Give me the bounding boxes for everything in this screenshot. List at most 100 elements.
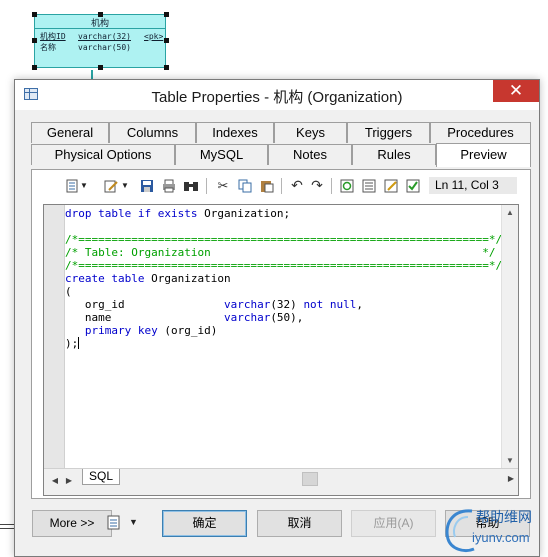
sql-code[interactable]: drop table if exists Organization; /*====… <box>65 207 503 453</box>
diagram-entity-organization[interactable]: 机构 机构ID varchar(32) <pk> 名称 varchar(50) <box>34 14 166 68</box>
options-icon[interactable] <box>107 515 121 531</box>
selection-handle[interactable] <box>164 38 169 43</box>
more-button[interactable]: More >> <box>32 510 112 537</box>
copy-icon[interactable] <box>236 177 254 194</box>
cursor-position: Ln 11, Col 3 <box>429 177 517 194</box>
selection-handle[interactable] <box>32 65 37 70</box>
options-dropdown-icon[interactable]: ▼ <box>129 517 138 527</box>
scroll-thumb[interactable] <box>302 472 318 486</box>
tab-procedures[interactable]: Procedures <box>430 122 531 143</box>
toolbar-separator <box>206 178 207 194</box>
editor-bottom-bar: ◀ ▶ SQL ▶ <box>44 468 518 495</box>
cut-icon[interactable]: ✂ <box>214 177 232 194</box>
tab-triggers[interactable]: Triggers <box>347 122 430 143</box>
column-name: 机构ID <box>40 32 66 41</box>
code-token: primary key <box>84 324 165 337</box>
code-token: ); <box>65 337 79 350</box>
tab-general[interactable]: General <box>31 122 109 143</box>
column-key: <pk> <box>144 32 164 41</box>
tab-notes[interactable]: Notes <box>268 144 352 165</box>
vertical-scrollbar[interactable]: ▲ ▼ <box>501 205 518 469</box>
toolbar-separator <box>331 178 332 194</box>
code-line: drop table if exists Organization; <box>65 207 503 220</box>
horizontal-scrollbar[interactable]: ▶ <box>124 471 518 487</box>
table-properties-dialog: Table Properties - 机构 (Organization) ✕ G… <box>14 79 540 557</box>
watermark-logo: 帮助维网 iyunv.com <box>442 505 548 557</box>
editor-gutter <box>44 205 65 469</box>
cancel-button[interactable]: 取消 <box>257 510 342 537</box>
print-icon[interactable] <box>160 177 178 194</box>
edit-script-icon[interactable] <box>382 177 400 194</box>
check-icon[interactable] <box>404 177 422 194</box>
code-line: primary key (org_id) <box>65 324 503 337</box>
selection-handle[interactable] <box>164 12 169 17</box>
code-token: Organization; <box>204 207 291 220</box>
selection-handle[interactable] <box>32 38 37 43</box>
code-token: create table <box>65 272 152 285</box>
selection-handle[interactable] <box>164 65 169 70</box>
code-token: name <box>65 311 224 324</box>
apply-button[interactable]: 应用(A) <box>351 510 436 537</box>
tab-physical-options[interactable]: Physical Options <box>31 144 175 165</box>
tab-scroll-left-icon[interactable]: ◀ <box>48 474 62 488</box>
code-line: name varchar(50), <box>65 311 503 324</box>
dialog-title: Table Properties - 机构 (Organization) <box>151 89 403 106</box>
ok-button[interactable]: 确定 <box>162 510 247 537</box>
tab-keys[interactable]: Keys <box>274 122 347 143</box>
code-line: create table Organization <box>65 272 503 285</box>
undo-icon[interactable]: ↶ <box>288 177 306 194</box>
code-line: org_id varchar(32) not null, <box>65 298 503 311</box>
entity-column-row: 名称 varchar(50) <box>40 42 144 53</box>
tab-columns[interactable]: Columns <box>109 122 196 143</box>
tab-preview[interactable]: Preview <box>436 143 531 167</box>
paste-icon[interactable] <box>258 177 276 194</box>
scroll-up-icon[interactable]: ▲ <box>502 205 518 221</box>
refresh-icon[interactable] <box>338 177 356 194</box>
title-bar[interactable]: Table Properties - 机构 (Organization) ✕ <box>15 80 539 110</box>
code-token: varchar <box>223 311 271 324</box>
entity-column-row: 机构ID varchar(32) <pk> <box>40 31 163 42</box>
save-icon[interactable] <box>138 177 156 194</box>
close-button[interactable]: ✕ <box>493 80 539 102</box>
diagram-line <box>0 524 14 525</box>
code-line: ( <box>65 285 503 298</box>
edit-icon[interactable] <box>102 177 120 194</box>
tab-indexes[interactable]: Indexes <box>196 122 274 143</box>
watermark-title: 帮助维网 <box>476 509 532 525</box>
code-token: (50), <box>270 311 304 324</box>
diagram-line <box>0 528 14 529</box>
code-token: /* Table: Organization */ <box>65 246 496 259</box>
code-token: , <box>356 298 364 311</box>
column-type: varchar(50) <box>78 43 131 52</box>
tab-mysql[interactable]: MySQL <box>175 144 268 165</box>
preview-panel: ▼ ▼ ✂ ↶ ↷ Ln 11, Col 3 drop table if exi… <box>31 169 531 499</box>
code-token: (org_id) <box>164 324 218 337</box>
code-token: org_id <box>65 298 224 311</box>
entity-divider <box>35 28 165 29</box>
toolbar-separator <box>281 178 282 194</box>
code-line: /* Table: Organization */ <box>65 246 503 259</box>
tab-rules[interactable]: Rules <box>352 144 436 165</box>
list-icon[interactable] <box>360 177 378 194</box>
selection-handle[interactable] <box>98 65 103 70</box>
preview-toolbar: ▼ ▼ ✂ ↶ ↷ Ln 11, Col 3 <box>32 170 530 200</box>
code-token: varchar <box>223 298 271 311</box>
sql-sheet-tab[interactable]: SQL <box>82 469 120 485</box>
dropdown-icon[interactable]: ▼ <box>79 177 89 194</box>
selection-handle[interactable] <box>32 12 37 17</box>
scroll-right-icon[interactable]: ▶ <box>508 471 514 487</box>
column-type: varchar(32) <box>78 32 131 41</box>
tab-scroll-right-icon[interactable]: ▶ <box>62 474 76 488</box>
code-line: /*======================================… <box>65 233 503 246</box>
watermark-url: iyunv.com <box>472 530 530 545</box>
diagram-link <box>91 70 93 79</box>
code-line: /*======================================… <box>65 259 503 272</box>
sql-editor[interactable]: drop table if exists Organization; /*====… <box>43 204 519 496</box>
dropdown-icon[interactable]: ▼ <box>120 177 130 194</box>
redo-icon[interactable]: ↷ <box>308 177 326 194</box>
code-token: Organization <box>151 272 231 285</box>
find-icon[interactable] <box>182 177 200 194</box>
selection-handle[interactable] <box>98 12 103 17</box>
scroll-down-icon[interactable]: ▼ <box>502 453 518 469</box>
